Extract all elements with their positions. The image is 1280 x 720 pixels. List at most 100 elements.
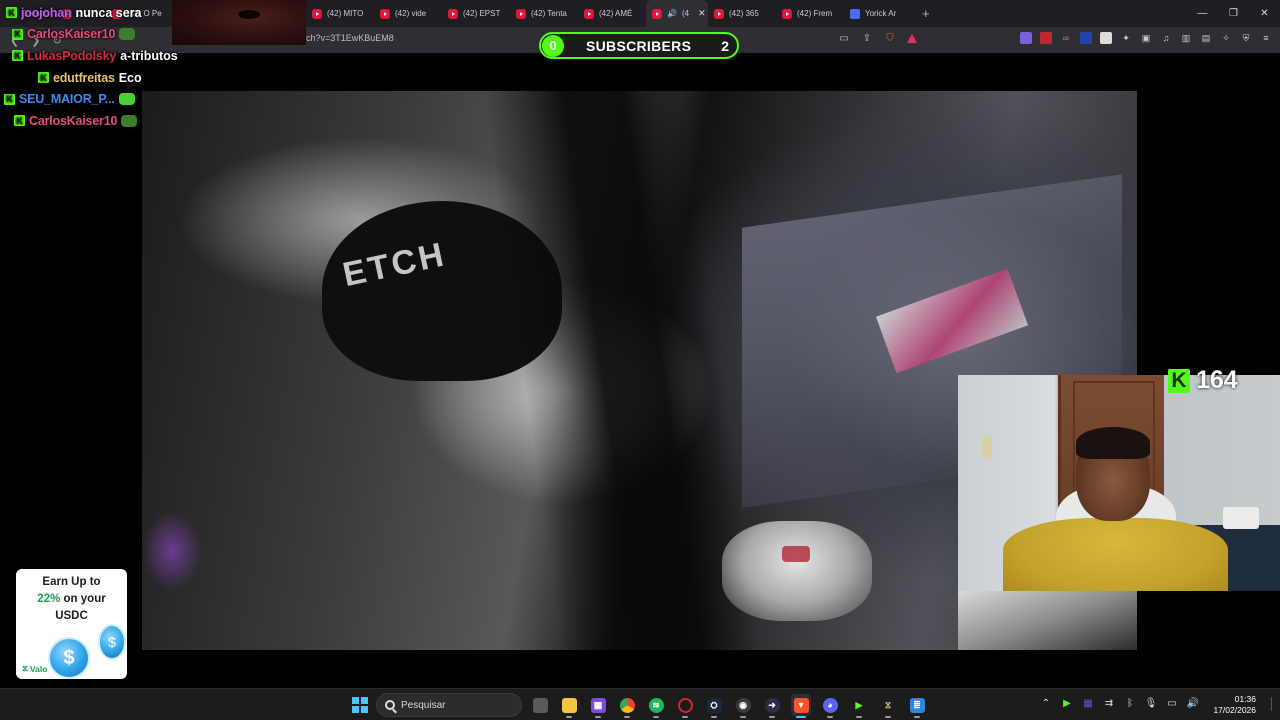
streamer-body xyxy=(1003,518,1228,591)
sidebar-icon[interactable]: ▥ xyxy=(1180,32,1192,44)
browser-tab[interactable]: (42) vide xyxy=(374,0,442,27)
chat-username[interactable]: joojohan xyxy=(21,6,72,20)
blue-app-icon xyxy=(850,8,860,19)
ad-brand-name: Valo xyxy=(29,663,48,674)
webcam-light-switch xyxy=(982,435,992,459)
taskbar-apps: ▦ ≋ ⛭ ◉ ➜ ▼ ◕ ▶ ⧖ ≣ xyxy=(530,694,927,718)
ai-icon[interactable]: ✧ xyxy=(1220,32,1232,44)
steam-icon[interactable]: ⛭ xyxy=(704,694,724,718)
notepad-icon[interactable]: ≣ xyxy=(907,694,927,718)
tray-app-icon[interactable]: ▦ xyxy=(1082,697,1094,709)
puzzle-icon[interactable]: ✦ xyxy=(1120,32,1132,44)
chat-username[interactable]: SEU_MAIOR_P... xyxy=(19,92,115,106)
volume-icon[interactable]: 🔊 xyxy=(1187,697,1199,709)
close-window-button[interactable]: ✕ xyxy=(1249,0,1280,27)
clock-date: 17/02/2026 xyxy=(1213,705,1256,715)
windows-start-icon[interactable] xyxy=(352,697,368,713)
chat-emote-icon xyxy=(118,93,135,106)
chat-overlay: Kjoojohan nunca sera K CarlosKaiser10 K Lukas… xyxy=(0,2,320,132)
browser-tab[interactable]: (42) EPST xyxy=(442,0,510,27)
chat-username[interactable]: CarlosKaiser10 xyxy=(27,27,115,41)
browser-tab[interactable]: (42) AMÉ xyxy=(578,0,646,27)
chat-text: a-tributos xyxy=(120,48,178,63)
system-tray: ⌃ ▶ ▦ ⇉ ᛒ 🎙 ▭ 🔊 xyxy=(1040,697,1199,709)
extension-icon[interactable] xyxy=(1040,32,1052,44)
extension-icon[interactable] xyxy=(1080,32,1092,44)
extension-icon[interactable] xyxy=(1020,32,1032,44)
show-desktop-button[interactable] xyxy=(1262,697,1272,711)
app-icon[interactable]: ⧖ xyxy=(878,694,898,718)
tab-label: (42) Tenta xyxy=(531,9,567,18)
chat-message: K SEU_MAIOR_P... xyxy=(0,88,320,110)
youtube-icon xyxy=(448,8,458,19)
search-input[interactable] xyxy=(401,699,501,711)
video-corner xyxy=(958,591,1137,650)
new-tab-button[interactable]: + xyxy=(914,6,938,21)
music-icon[interactable]: ♫ xyxy=(1160,32,1172,44)
chrome-icon[interactable] xyxy=(617,694,637,718)
bluetooth-icon[interactable]: ᛒ xyxy=(1124,697,1136,709)
ad-rate-text: on your xyxy=(60,593,106,605)
tab-label: (42) AMÉ xyxy=(599,9,633,18)
subscriber-count-right: 2 xyxy=(721,37,729,54)
close-tab-icon[interactable]: ✕ xyxy=(698,8,706,19)
tab-label: (42) EPST xyxy=(463,9,501,18)
brave-rewards-icon[interactable] xyxy=(907,33,917,43)
spotify-icon[interactable]: ≋ xyxy=(646,694,666,718)
browser-tab[interactable]: 🔊 (4 ✕ xyxy=(646,0,708,27)
file-explorer-icon[interactable] xyxy=(559,694,579,718)
kick-badge-icon: K xyxy=(38,72,49,84)
browser-tab[interactable]: (42) Tenta xyxy=(510,0,578,27)
video-object xyxy=(782,546,810,562)
taskbar-search[interactable] xyxy=(376,693,522,717)
opera-icon[interactable] xyxy=(675,694,695,718)
tray-app-icon[interactable]: ▶ xyxy=(1061,697,1073,709)
minimize-button[interactable]: — xyxy=(1187,0,1218,27)
subscriber-label: SUBSCRIBERS xyxy=(586,37,692,54)
search-icon xyxy=(385,700,395,710)
cast-icon[interactable]: ▭ xyxy=(838,32,850,44)
chat-message: K LukasPodolsky a-tributos xyxy=(0,45,320,67)
sponsor-ad[interactable]: Earn Up to 22% on your USDC $ $ ⧖ Valo xyxy=(16,569,127,679)
chat-username[interactable]: LukasPodolsky xyxy=(27,49,116,63)
youtube-icon xyxy=(584,8,594,19)
microphone-icon[interactable]: 🎙 xyxy=(1145,697,1158,709)
webcam-box xyxy=(1223,507,1259,529)
speaker-icon[interactable]: 🔊 xyxy=(667,9,677,18)
chat-message: K CarlosKaiser10 xyxy=(0,24,320,46)
chat-emote-icon xyxy=(119,28,136,41)
extension-icon[interactable]: ∞ xyxy=(1060,32,1072,44)
share-icon[interactable]: ⇪ xyxy=(861,32,873,44)
wallet-panel-icon[interactable]: ▤ xyxy=(1200,32,1212,44)
task-view-icon[interactable] xyxy=(530,694,550,716)
chat-message: Kedutfreitas Eco xyxy=(0,67,320,89)
browser-tab[interactable]: (42) Frem xyxy=(776,0,844,27)
chat-username[interactable]: CarlosKaiser10 xyxy=(29,114,117,128)
app-icon[interactable]: ➜ xyxy=(762,694,782,718)
clock-time: 01:36 xyxy=(1234,694,1256,704)
window-controls: — ❐ ✕ xyxy=(1187,0,1280,27)
menu-icon[interactable]: ≡ xyxy=(1260,32,1272,44)
chat-username[interactable]: edutfreitas xyxy=(53,71,115,85)
maximize-button[interactable]: ❐ xyxy=(1218,0,1249,27)
viewer-count-value: 164 xyxy=(1196,366,1238,394)
wallet-icon[interactable]: ▣ xyxy=(1140,32,1152,44)
tab-label: Yorick Ar xyxy=(865,9,897,18)
discord-icon[interactable]: ◕ xyxy=(820,694,840,718)
chat-text: nunca sera xyxy=(75,5,142,20)
brave-shield-icon[interactable]: ⛉ xyxy=(884,32,896,44)
browser-tab[interactable]: (42) 365 xyxy=(708,0,776,27)
extension-icon[interactable] xyxy=(1100,32,1112,44)
vpn-icon[interactable]: ⛨ xyxy=(1240,32,1252,44)
network-icon[interactable]: ▭ xyxy=(1166,697,1178,709)
brave-browser-icon[interactable]: ▼ xyxy=(791,694,811,718)
browser-tab[interactable]: Yorick Ar xyxy=(844,0,914,27)
clock[interactable]: 01:36 17/02/2026 xyxy=(1206,694,1256,716)
address-bar-actions: ▭ ⇪ ⛉ xyxy=(838,32,917,44)
tray-app-icon[interactable]: ⇉ xyxy=(1103,697,1115,709)
obs-icon[interactable]: ◉ xyxy=(733,694,753,718)
chevron-up-icon[interactable]: ⌃ xyxy=(1040,697,1052,709)
app-grid-icon[interactable]: ▦ xyxy=(588,694,608,718)
youtube-icon xyxy=(380,8,390,19)
media-player-icon[interactable]: ▶ xyxy=(849,694,869,718)
